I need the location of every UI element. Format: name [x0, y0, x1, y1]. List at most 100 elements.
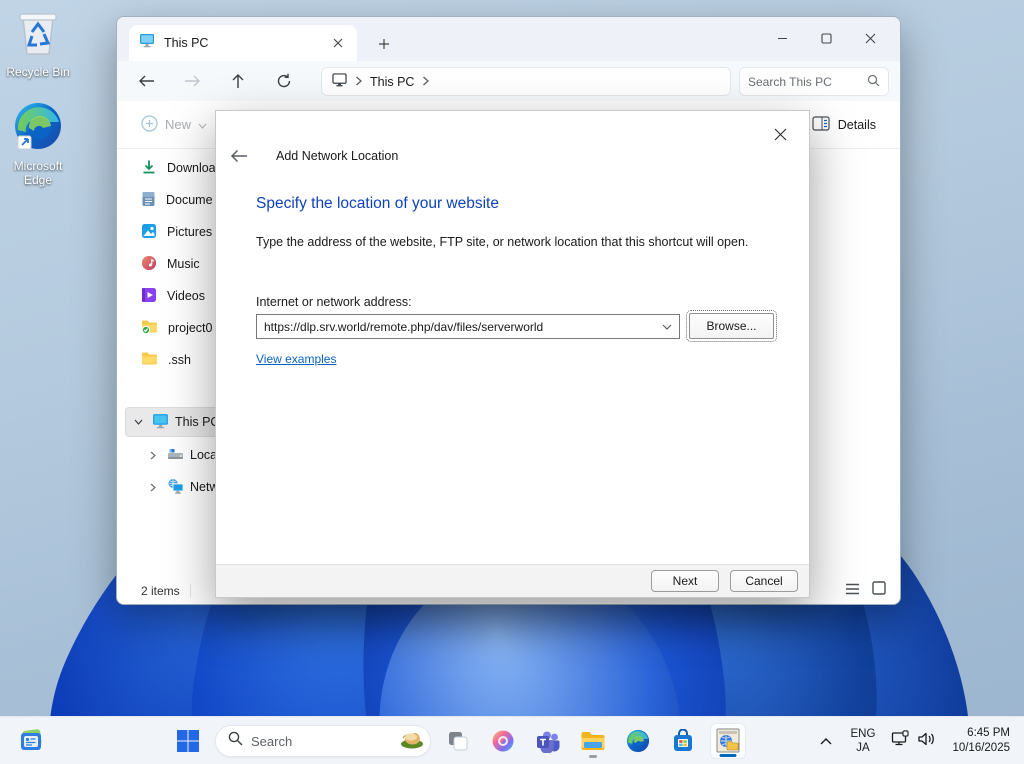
dialog-description: Type the address of the website, FTP sit… [256, 235, 749, 249]
tray-chevron-up-icon[interactable] [813, 726, 839, 756]
refresh-icon[interactable] [267, 67, 301, 95]
list-view-icon[interactable] [845, 582, 860, 600]
details-button[interactable]: Details [812, 115, 876, 134]
sidebar-item-label: Videos [167, 289, 205, 303]
tab-this-pc[interactable]: This PC [129, 25, 357, 61]
search-input[interactable]: Search This PC [739, 67, 889, 96]
forward-icon[interactable] [175, 67, 209, 95]
network-icon [167, 478, 184, 497]
search-icon [867, 74, 880, 90]
folder-sync-icon [141, 319, 158, 337]
recycle-bin-icon [15, 13, 61, 62]
desktop: Recycle Bin Microsoft Edge This PC This … [0, 0, 1024, 764]
chevron-right-icon [422, 75, 430, 89]
back-icon[interactable] [129, 67, 163, 95]
large-icons-view-icon[interactable] [872, 581, 886, 600]
sidebar-item-label: Music [167, 257, 200, 271]
widgets-icon[interactable] [12, 725, 52, 757]
search-placeholder: Search This PC [748, 74, 832, 89]
details-button-label: Details [837, 117, 876, 132]
chevron-down-icon[interactable] [130, 419, 146, 425]
task-view-icon[interactable] [440, 723, 476, 759]
navigation-bar: This PC Search This PC [117, 61, 900, 101]
taskbar: Search ENG JA 6:45 PM 10/16/2025 [0, 716, 1024, 764]
taskbar-search[interactable]: Search [215, 725, 431, 757]
dialog-title: Add Network Location [276, 149, 399, 163]
dialog-heading: Specify the location of your website [256, 195, 499, 212]
drive-icon [167, 447, 184, 464]
desktop-icon-label: Microsoft Edge [13, 159, 63, 187]
document-icon [141, 191, 156, 210]
dialog-back-icon[interactable] [228, 145, 250, 167]
search-highlight-image[interactable] [399, 728, 425, 755]
edge-icon [12, 103, 64, 156]
address-label: Internet or network address: [256, 295, 412, 309]
running-indicator [589, 755, 597, 758]
chevron-right-icon[interactable] [145, 451, 161, 460]
new-tab-icon[interactable] [373, 33, 395, 55]
plus-circle-icon [141, 114, 158, 135]
download-icon [141, 159, 157, 178]
window-close-icon[interactable] [848, 25, 892, 51]
network-wizard-icon[interactable] [710, 723, 746, 759]
desktop-icon-microsoft-edge[interactable]: Microsoft Edge [2, 100, 74, 188]
clock-time: 6:45 PM [967, 727, 1010, 740]
active-running-indicator [719, 754, 737, 757]
sidebar-item-label: .ssh [168, 353, 191, 367]
file-explorer-icon[interactable] [575, 723, 611, 759]
add-network-location-dialog: Add Network Location Specify the locatio… [215, 110, 810, 598]
taskbar-search-placeholder: Search [251, 733, 293, 749]
new-button[interactable]: New [141, 114, 207, 135]
tab-close-icon[interactable] [329, 34, 347, 52]
monitor-icon [139, 33, 155, 53]
sidebar-item-label: Pictures [167, 225, 213, 239]
address-combobox[interactable]: https://dlp.srv.world/remote.php/dav/fil… [256, 314, 680, 339]
tree-item-label: This PC [175, 415, 220, 429]
language-line1: ENG [850, 727, 876, 740]
new-button-label: New [165, 117, 192, 132]
language-line2: JA [856, 742, 870, 754]
copilot-icon[interactable] [485, 723, 521, 759]
breadcrumb[interactable]: This PC [370, 75, 414, 89]
monitor-icon [332, 73, 347, 90]
browse-button-label: Browse... [706, 319, 757, 333]
sidebar-item-label: project0 [168, 321, 213, 335]
up-icon[interactable] [221, 67, 255, 95]
music-icon [141, 255, 157, 274]
clock[interactable]: 6:45 PM 10/16/2025 [946, 726, 1018, 756]
minimize-icon[interactable] [760, 25, 804, 51]
cancel-button-label: Cancel [745, 574, 783, 588]
desktop-icon-label: Recycle Bin [6, 65, 70, 79]
monitor-icon [152, 413, 169, 432]
pictures-icon [141, 223, 157, 242]
next-button[interactable]: Next [651, 570, 719, 592]
cancel-button[interactable]: Cancel [730, 570, 798, 592]
dialog-footer: Next Cancel [216, 564, 809, 597]
details-pane-icon [812, 115, 830, 134]
desktop-icon-recycle-bin[interactable]: Recycle Bin [2, 10, 74, 80]
network-ethernet-icon [891, 730, 910, 752]
edge-icon[interactable] [620, 723, 656, 759]
language-indicator[interactable]: ENG JA [845, 727, 882, 756]
address-bar[interactable]: This PC [321, 67, 731, 96]
start-button[interactable] [170, 723, 206, 759]
teams-icon[interactable] [530, 723, 566, 759]
view-examples-link[interactable]: View examples [256, 352, 336, 366]
next-button-label: Next [672, 574, 698, 588]
tab-strip: This PC [117, 17, 900, 61]
browse-button[interactable]: Browse... [686, 310, 777, 342]
tray-status-icons[interactable] [887, 730, 940, 752]
microsoft-store-icon[interactable] [665, 723, 701, 759]
chevron-right-icon [355, 75, 362, 89]
sidebar-item-label: Downloa [167, 161, 216, 175]
maximize-icon[interactable] [804, 25, 848, 51]
chevron-down-icon [198, 117, 207, 132]
dialog-close-icon[interactable] [769, 123, 791, 145]
combobox-chevron-down-icon[interactable] [655, 324, 679, 330]
tab-title: This PC [164, 36, 209, 50]
search-icon [228, 731, 243, 751]
folder-icon [141, 351, 158, 369]
chevron-right-icon[interactable] [145, 483, 161, 492]
address-value[interactable]: https://dlp.srv.world/remote.php/dav/fil… [257, 320, 655, 334]
items-count: 2 items [141, 583, 191, 598]
